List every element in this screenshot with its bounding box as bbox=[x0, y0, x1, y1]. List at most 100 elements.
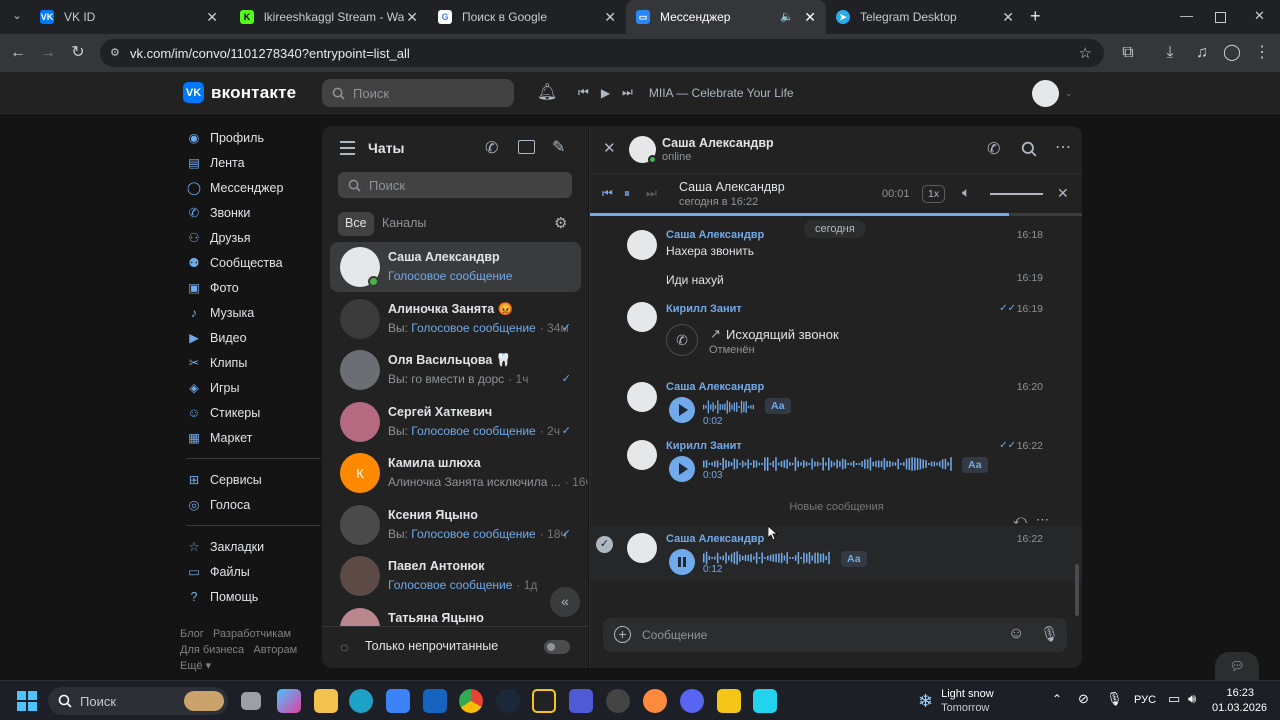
chat-list-item[interactable]: Павел Антонюк Голосовое сообщение · 1д bbox=[330, 551, 581, 601]
back-icon[interactable]: ← bbox=[8, 43, 28, 63]
nav-item-help[interactable]: ? Помощь bbox=[186, 584, 316, 609]
microphone-icon[interactable]: 🎙︎ bbox=[1106, 691, 1123, 707]
volume-icon[interactable]: 🔊︎ bbox=[1188, 691, 1196, 707]
language-indicator[interactable]: РУС bbox=[1134, 694, 1156, 706]
avatar[interactable] bbox=[627, 533, 657, 563]
chat-list-item[interactable]: К Камила шлюха Алиночка Занята исключила .… bbox=[330, 448, 588, 498]
discord-icon[interactable] bbox=[680, 689, 704, 713]
avatar[interactable] bbox=[627, 440, 657, 470]
notifications-bell-icon[interactable]: 🔔︎ bbox=[537, 82, 557, 102]
chat-search-input[interactable]: Поиск bbox=[338, 172, 572, 198]
nav-item-messenger[interactable]: ◯ Мессенджер bbox=[186, 175, 316, 200]
tray-chevron-icon[interactable]: ⌃ bbox=[1052, 692, 1062, 706]
message-author[interactable]: Кирилл Занит bbox=[666, 303, 742, 315]
chat-list-item[interactable]: Ксения Яцыно Вы: Голосовое сообщение · 18ч… bbox=[330, 500, 581, 550]
play-voice-button[interactable] bbox=[669, 397, 695, 423]
weather-widget[interactable]: ❄ Light snow Tomorrow bbox=[918, 687, 994, 715]
forward-icon[interactable]: → bbox=[38, 43, 58, 63]
playback-speed-button[interactable]: 1x bbox=[922, 185, 946, 203]
nav-item-services[interactable]: ⊞ Сервисы bbox=[186, 467, 316, 492]
nav-item-video[interactable]: ▶ Видео bbox=[186, 325, 316, 350]
site-settings-icon[interactable]: ⚙ bbox=[110, 46, 124, 60]
volume-slider[interactable] bbox=[990, 193, 1043, 195]
chat-list-item[interactable]: Сергей Хаткевич Вы: Голосовое сообщение · … bbox=[330, 397, 581, 447]
nav-item-files[interactable]: ▭ Файлы bbox=[186, 559, 316, 584]
app-icon[interactable] bbox=[532, 689, 556, 713]
volume-icon[interactable]: 🔈︎ bbox=[962, 184, 970, 201]
previous-track-icon[interactable]: ⏮ bbox=[578, 85, 589, 100]
next-track-icon[interactable]: ⏭ bbox=[622, 85, 633, 100]
footer-link-business[interactable]: Для бизнеса bbox=[180, 644, 244, 656]
steam-icon[interactable] bbox=[496, 689, 520, 713]
window-close-icon[interactable]: ✕ bbox=[1254, 8, 1265, 24]
nav-item-market[interactable]: ▦ Маркет bbox=[186, 425, 316, 450]
phone-icon[interactable]: ✆ bbox=[987, 139, 1000, 159]
reply-icon[interactable]: ⤺ bbox=[1013, 512, 1027, 528]
nav-item-votes[interactable]: ◎ Голоса bbox=[186, 492, 316, 517]
profile-icon[interactable]: ◯ bbox=[1222, 43, 1242, 63]
new-call-icon[interactable]: ✆ bbox=[485, 138, 498, 158]
store-icon[interactable] bbox=[386, 689, 410, 713]
windows-start-icon[interactable] bbox=[17, 691, 37, 711]
footer-link-authors[interactable]: Авторам bbox=[253, 644, 297, 656]
chrome-icon[interactable] bbox=[459, 689, 483, 713]
more-options-icon[interactable]: ⋯ bbox=[1036, 512, 1049, 528]
nav-item-communities[interactable]: ⚉ Сообщества bbox=[186, 250, 316, 275]
message-author[interactable]: Саша Александвр bbox=[666, 533, 764, 545]
close-icon[interactable]: ✕ bbox=[206, 9, 218, 26]
clock[interactable]: 16:23 01.03.2026 bbox=[1212, 686, 1267, 716]
close-icon[interactable]: ✕ bbox=[406, 9, 418, 26]
voice-waveform[interactable] bbox=[703, 457, 953, 471]
network-off-icon[interactable]: ⊘ bbox=[1078, 691, 1089, 707]
compose-icon[interactable]: ✎ bbox=[552, 137, 565, 157]
transcribe-button[interactable]: Аа bbox=[765, 398, 791, 414]
chat-popup-button[interactable]: 💬︎ bbox=[1215, 652, 1259, 680]
app-icon[interactable] bbox=[569, 689, 593, 713]
nav-item-profile[interactable]: ◉ Профиль bbox=[186, 125, 316, 150]
reload-icon[interactable]: ↻ bbox=[68, 43, 88, 63]
address-bar[interactable]: ⚙ vk.com/im/convo/1101278340?entrypoint=… bbox=[100, 39, 1104, 67]
pause-icon[interactable]: ⏸ bbox=[624, 186, 630, 201]
extensions-icon[interactable]: ⧉ bbox=[1118, 43, 1138, 63]
now-playing-title[interactable]: MIIA — Celebrate Your Life bbox=[649, 86, 794, 100]
minimize-icon[interactable]: — bbox=[1180, 8, 1193, 23]
restore-icon[interactable] bbox=[1215, 12, 1226, 23]
call-icon-circle[interactable]: ✆ bbox=[666, 324, 698, 356]
message-item[interactable]: ✓ ⤺ ⋯ Саша Александвр 16:22 0:12 Аа bbox=[590, 512, 1082, 581]
message-author[interactable]: Саша Александвр bbox=[666, 381, 764, 393]
taskbar-search[interactable]: Поиск bbox=[48, 687, 228, 715]
nav-item-clips[interactable]: ✂ Клипы bbox=[186, 350, 316, 375]
display-icon[interactable]: ▭ bbox=[1168, 691, 1180, 707]
filter-tab-all[interactable]: Все bbox=[338, 212, 374, 236]
user-avatar-menu[interactable]: ⌄ bbox=[1032, 80, 1073, 107]
message-input[interactable]: Сообщение bbox=[642, 628, 707, 642]
nav-item-phone[interactable]: ✆ Звонки bbox=[186, 200, 316, 225]
more-options-icon[interactable]: ⋯ bbox=[1055, 137, 1071, 157]
app-icon[interactable] bbox=[753, 689, 777, 713]
hamburger-menu-icon[interactable] bbox=[340, 141, 355, 155]
new-tab-button[interactable]: + bbox=[1030, 6, 1041, 27]
chat-list-item[interactable]: Алиночка Занята 😡 Вы: Голосовое сообщение… bbox=[330, 294, 581, 344]
message-author[interactable]: Саша Александвр bbox=[666, 229, 764, 241]
nav-item-photo[interactable]: ▣ Фото bbox=[186, 275, 316, 300]
task-view-icon[interactable] bbox=[241, 692, 261, 710]
app-icon[interactable] bbox=[606, 689, 630, 713]
voice-waveform[interactable] bbox=[703, 400, 755, 414]
transcribe-button[interactable]: Аа bbox=[962, 457, 988, 473]
avatar[interactable] bbox=[627, 302, 657, 332]
menu-icon[interactable]: ⋮ bbox=[1252, 43, 1272, 63]
voice-waveform[interactable] bbox=[703, 551, 831, 565]
play-icon[interactable]: ▶ bbox=[601, 86, 610, 100]
nav-item-stickers[interactable]: ☺ Стикеры bbox=[186, 400, 316, 425]
edge-icon[interactable] bbox=[349, 689, 373, 713]
footer-link-blog[interactable]: Блог bbox=[180, 628, 204, 640]
tab-vk-id[interactable]: VK VK ID ✕ bbox=[30, 0, 228, 34]
file-explorer-icon[interactable] bbox=[314, 689, 338, 713]
tab-messenger[interactable]: ▭ Мессенджер 🔈 ✕ bbox=[626, 0, 826, 34]
tab-kick-stream[interactable]: K lkireeshkaggl Stream - Watch Li ✕ bbox=[230, 0, 428, 34]
play-voice-button[interactable] bbox=[669, 456, 695, 482]
download-icon[interactable]: ⤓ bbox=[1160, 43, 1180, 63]
emoji-icon[interactable]: ☺ bbox=[1008, 625, 1024, 643]
nav-item-games[interactable]: ◈ Игры bbox=[186, 375, 316, 400]
chat-list-item[interactable]: Саша Александвр Голосовое сообщение bbox=[330, 242, 581, 292]
